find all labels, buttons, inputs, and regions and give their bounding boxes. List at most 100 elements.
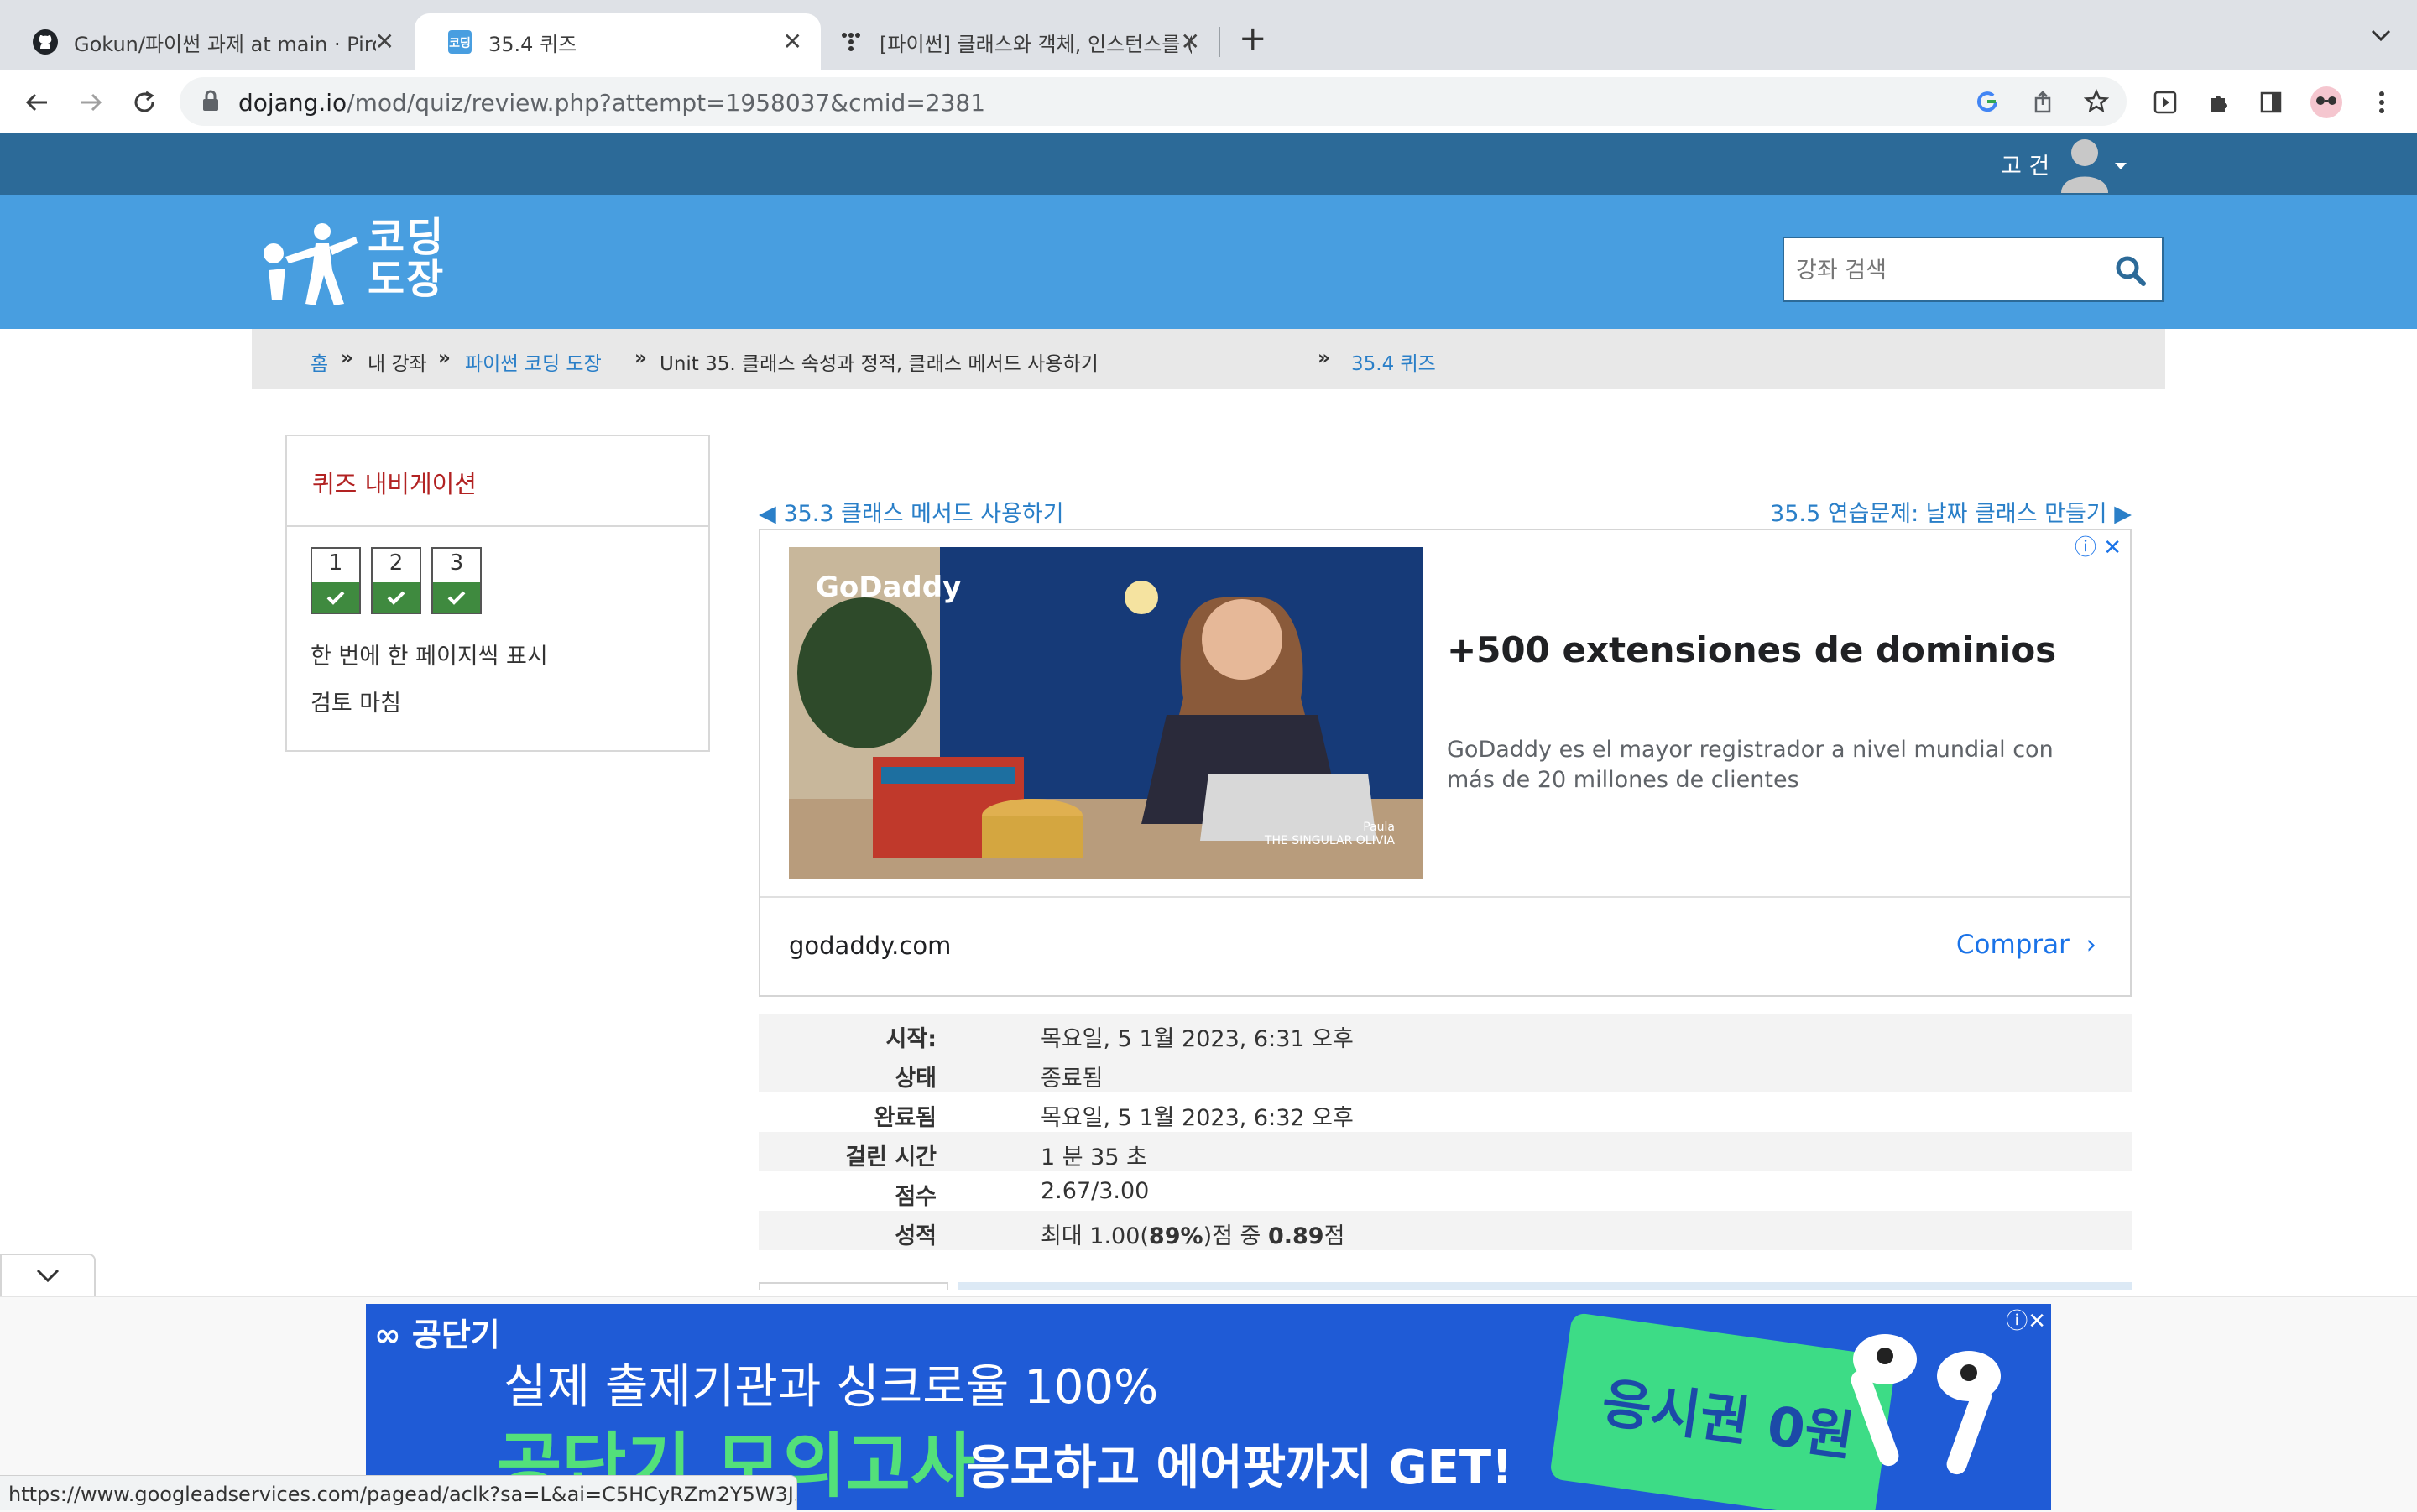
dojang-favicon-icon: 코딩 [446, 29, 473, 55]
search-icon[interactable] [2115, 255, 2147, 290]
question-number: 3 [449, 550, 464, 576]
ad-description: GoDaddy es el mayor registrador a nivel … [1447, 737, 2054, 793]
summary-label: 걸린 시간 [845, 1144, 937, 1170]
banner-brand: ∞ 공단기 [374, 1316, 500, 1353]
browser-menu-icon[interactable] [2365, 86, 2399, 119]
new-tab-button[interactable]: + [1239, 22, 1267, 55]
summary-row-completed: 완료됨 목요일, 5 1월 2023, 6:32 오후 [759, 1092, 2132, 1132]
question-button-2[interactable]: 2 [371, 547, 421, 614]
user-name[interactable]: 고 건 [2001, 148, 2049, 180]
banner-brand-text: 공단기 [411, 1316, 500, 1353]
tab-quiz[interactable]: 코딩 35.4 퀴즈 ✕ [415, 13, 821, 70]
profile-avatar-icon[interactable] [2310, 86, 2343, 119]
prev-activity-link[interactable]: ◀ 35.3 클래스 메서드 사용하기 [759, 495, 1064, 528]
breadcrumb-separator: » [438, 347, 451, 369]
summary-row-started: 시작: 목요일, 5 1월 2023, 6:31 오후 [759, 1014, 2132, 1053]
summary-value: 최대 1.00(89%)점 중 0.89점 [1041, 1217, 1344, 1250]
strip-bar [958, 1282, 2132, 1290]
quiz-navigation-block: 퀴즈 내비게이션 1 2 3 한 번에 한 페이지씩 표시 검토 마침 [285, 435, 710, 752]
chevron-right-icon: › [2086, 930, 2096, 960]
summary-value: 목요일, 5 1월 2023, 6:31 오후 [1041, 1026, 1354, 1052]
question-button-3[interactable]: 3 [431, 547, 482, 614]
reload-icon[interactable] [128, 86, 161, 119]
ad-headline[interactable]: +500 extensiones de dominios [1447, 629, 2056, 670]
course-search-input[interactable] [1794, 250, 2108, 290]
tab-close-icon[interactable]: ✕ [375, 30, 394, 54]
answered-check-icon [312, 582, 359, 613]
browser-tab-strip: Gokun/파이썬 과제 at main · Piro ✕ 코딩 35.4 퀴즈… [0, 0, 2417, 70]
display-ad[interactable]: ⓘ ✕ GoDaddy Paula THE SINGULAR OLIVIA +5… [759, 529, 2132, 997]
banner-line-3: 응모하고 에어팟까지 GET! [967, 1441, 1513, 1495]
grade-prefix: 최대 1.00( [1041, 1223, 1149, 1249]
ad-cta-button[interactable]: Comprar › [1956, 930, 2096, 960]
strip-tab [759, 1282, 948, 1290]
notion-favicon-icon [838, 29, 864, 55]
logo-line-2: 도장 [368, 256, 446, 303]
summary-value: 종료됨 [1041, 1066, 1104, 1092]
question-button-1[interactable]: 1 [311, 547, 361, 614]
breadcrumb-quiz[interactable]: 35.4 퀴즈 [1351, 347, 1436, 376]
url-path: /mod/quiz/review.php?attempt=1958037&cmi… [347, 89, 986, 117]
tab-search-chevron-icon[interactable] [2370, 29, 2392, 45]
google-icon[interactable] [1971, 85, 2004, 118]
finish-review-link[interactable]: 검토 마침 [311, 685, 401, 717]
attempt-summary-table: 시작: 목요일, 5 1월 2023, 6:31 오후 상태 종료됨 완료됨 목… [759, 1014, 2132, 1250]
ad-choices-icon[interactable]: ⓘ✕ [2006, 1304, 2046, 1335]
extensions-puzzle-icon[interactable] [2202, 86, 2236, 119]
breadcrumb-home[interactable]: 홈 [311, 347, 328, 376]
show-one-page-link[interactable]: 한 번에 한 페이지씩 표시 [311, 638, 548, 670]
course-search-box [1783, 237, 2164, 302]
url-text[interactable]: dojang.io/mod/quiz/review.php?attempt=19… [238, 89, 985, 117]
summary-row-state: 상태 종료됨 [759, 1053, 2132, 1092]
breadcrumb-separator: » [341, 347, 353, 369]
summary-label: 시작: [885, 1026, 937, 1052]
summary-label: 상태 [895, 1066, 937, 1092]
ad-photo-caption: Paula THE SINGULAR OLIVIA [1265, 821, 1395, 847]
banner-line-1: 실제 출제기관과 싱크로율 100% [504, 1360, 1159, 1415]
back-arrow-icon[interactable] [20, 86, 54, 119]
breadcrumb-separator: » [1318, 347, 1330, 369]
breadcrumb-course[interactable]: 파이썬 코딩 도장 [465, 347, 602, 376]
tab-close-icon[interactable]: ✕ [1181, 30, 1200, 54]
ad-domain[interactable]: godaddy.com [789, 931, 951, 960]
breadcrumb: 홈 » 내 강좌 » 파이썬 코딩 도장 » Unit 35. 클래스 속성과 … [252, 329, 2165, 389]
ad-cta-label: Comprar [1955, 930, 2070, 960]
grade-suffix: 점 [1323, 1223, 1345, 1249]
collapse-ad-button[interactable] [0, 1254, 96, 1297]
tab-title: 35.4 퀴즈 [488, 32, 577, 56]
side-panel-icon[interactable] [2254, 86, 2288, 119]
share-icon[interactable] [2026, 85, 2059, 118]
ad-image[interactable]: GoDaddy Paula THE SINGULAR OLIVIA [789, 547, 1423, 879]
user-avatar[interactable] [2059, 134, 2127, 193]
user-bar: 고 건 [0, 133, 2417, 195]
lock-icon[interactable] [201, 89, 220, 116]
answered-check-icon [373, 582, 420, 613]
karate-figure-icon [264, 223, 358, 305]
summary-value: 목요일, 5 1월 2023, 6:32 오후 [1041, 1105, 1354, 1131]
tab-close-icon[interactable]: ✕ [783, 30, 802, 54]
tab-github[interactable]: Gokun/파이썬 과제 at main · Piro ✕ [0, 13, 413, 70]
breadcrumb-separator: » [634, 347, 647, 369]
site-logo[interactable]: 코딩 도장 [252, 216, 462, 307]
bookmark-star-icon[interactable] [2080, 85, 2113, 118]
ad-choices-icon[interactable]: ⓘ ✕ [2075, 530, 2122, 561]
breadcrumb-my-courses: 내 강좌 [368, 353, 427, 375]
tab-notion[interactable]: [파이썬] 클래스와 객체, 인스턴스를 ( ✕ [806, 13, 1219, 70]
forward-arrow-icon[interactable] [74, 86, 107, 119]
summary-row-marks: 점수 2.67/3.00 [759, 1171, 2132, 1211]
breadcrumb-unit: Unit 35. 클래스 속성과 정적, 클래스 메서드 사용하기 [660, 353, 1099, 375]
ad-brand: GoDaddy [816, 571, 962, 604]
logo-line-1: 코딩 [368, 214, 446, 261]
address-bar[interactable]: dojang.io/mod/quiz/review.php?attempt=19… [180, 77, 2127, 126]
media-icon[interactable] [2148, 86, 2182, 119]
next-activity-link[interactable]: 35.5 연습문제: 날짜 클래스 만들기 ▶ [1770, 495, 2132, 528]
chevron-down-icon [35, 1267, 60, 1287]
ad-divider [760, 896, 2130, 898]
ad-caption-sub: THE SINGULAR OLIVIA [1264, 834, 1395, 847]
ad-caption-name: Paula [1363, 821, 1395, 834]
summary-row-time-taken: 걸린 시간 1 분 35 초 [759, 1132, 2132, 1171]
summary-value: 2.67/3.00 [1041, 1178, 1150, 1204]
summary-value: 1 분 35 초 [1041, 1144, 1147, 1170]
url-domain: dojang.io [238, 89, 347, 117]
tab-separator [1219, 27, 1220, 57]
